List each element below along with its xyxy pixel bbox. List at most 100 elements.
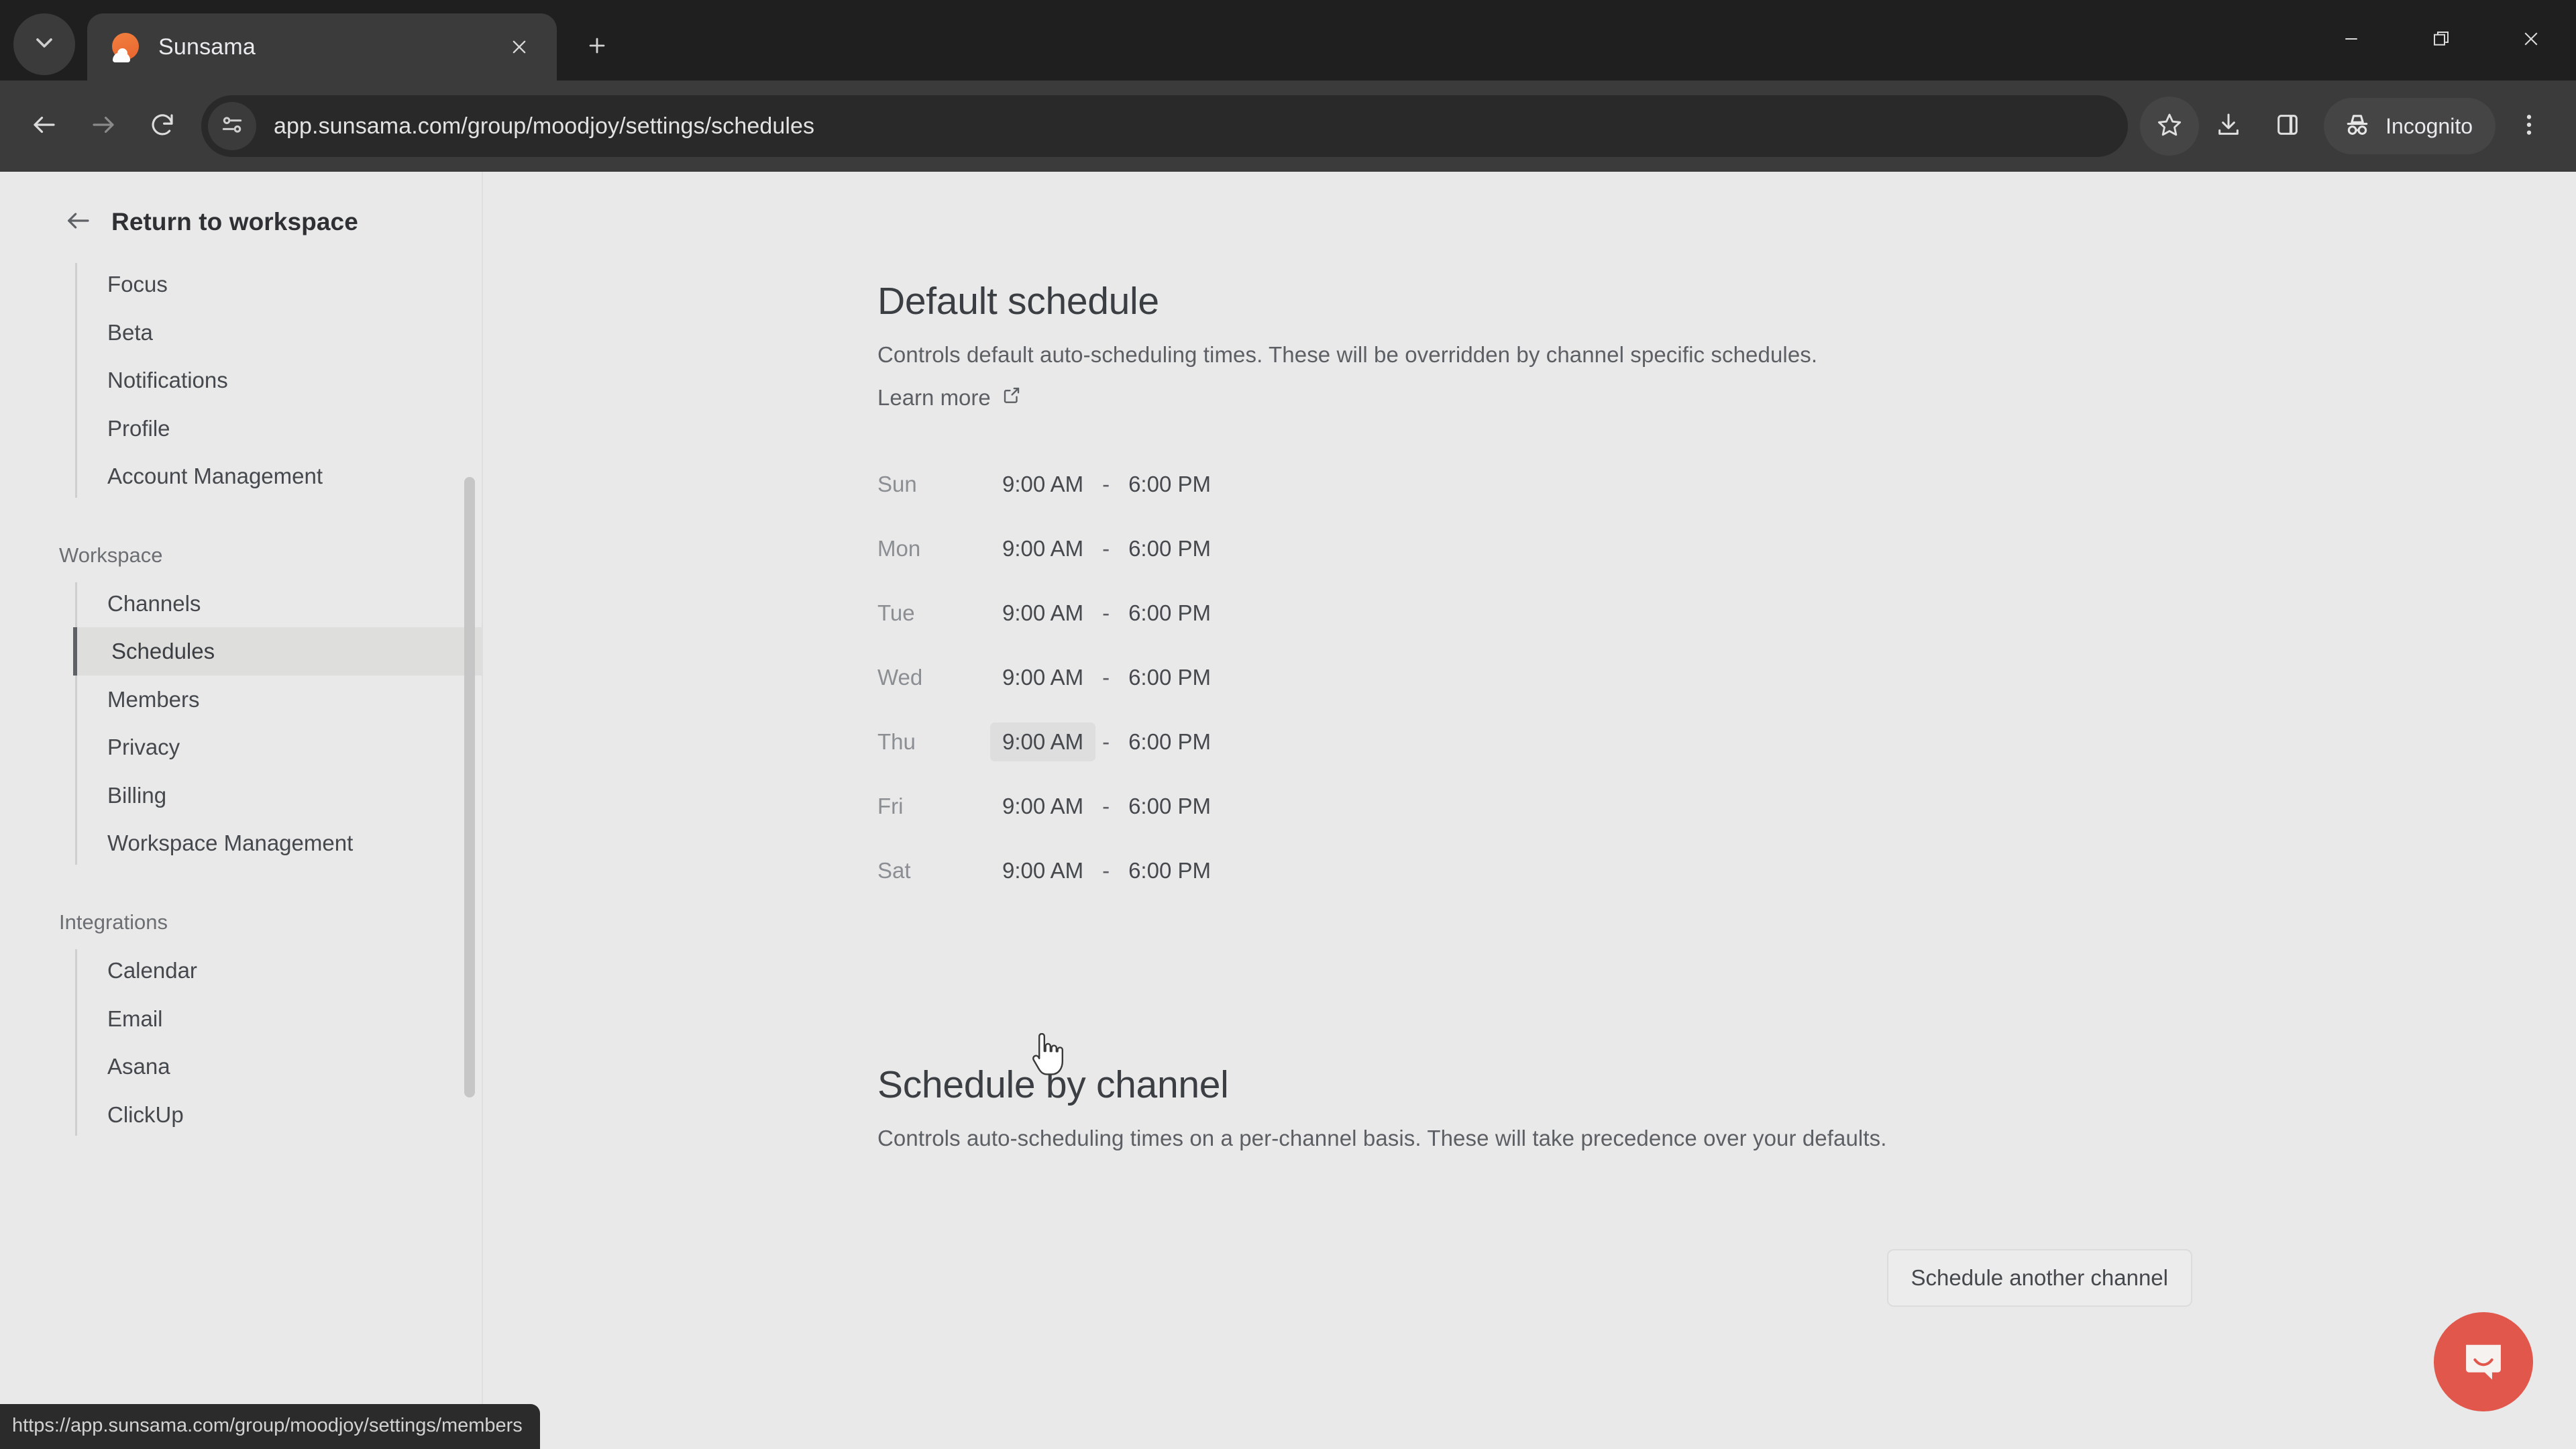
incognito-label: Incognito	[2385, 113, 2473, 138]
download-icon	[2215, 111, 2242, 142]
star-icon	[2156, 111, 2183, 142]
sidebar-item-label: Email	[107, 1006, 163, 1031]
sidebar-item-label: Beta	[107, 319, 153, 345]
schedule-time-separator: -	[1102, 536, 1110, 561]
sidebar-item-clickup[interactable]: ClickUp	[75, 1091, 482, 1139]
settings-main: Default schedule Controls default auto-s…	[483, 172, 2576, 1449]
sidebar-item-calendar[interactable]: Calendar	[75, 947, 482, 995]
schedule-row: Tue 9:00 AM -6:00 PM	[877, 581, 2576, 645]
side-panel-button[interactable]	[2258, 97, 2317, 156]
tab-strip: Sunsama	[0, 0, 2576, 80]
side-panel-icon	[2274, 111, 2301, 142]
reload-button[interactable]	[133, 97, 192, 156]
sidebar-item-billing[interactable]: Billing	[75, 771, 482, 820]
incognito-hat-icon	[2343, 110, 2385, 143]
schedule-start-time[interactable]: 9:00 AM	[990, 658, 1095, 697]
schedule-row: Wed 9:00 AM -6:00 PM	[877, 645, 2576, 710]
sidebar-item-channels[interactable]: Channels	[75, 580, 482, 628]
schedule-row: Mon 9:00 AM -6:00 PM	[877, 517, 2576, 581]
return-to-workspace-link[interactable]: Return to workspace	[0, 196, 482, 248]
sidebar-item-label: Channels	[107, 590, 201, 616]
schedule-start-time[interactable]: 9:00 AM	[990, 594, 1095, 633]
forward-button[interactable]	[74, 97, 133, 156]
external-link-icon	[1002, 385, 1022, 411]
sidebar-item-notifications[interactable]: Notifications	[75, 356, 482, 405]
sidebar-item-focus[interactable]: Focus	[75, 260, 482, 309]
schedule-day-label: Tue	[877, 600, 915, 625]
arrow-left-icon	[64, 207, 111, 237]
default-schedule-section: Default schedule Controls default auto-s…	[877, 279, 2576, 903]
sidebar-scrollbar-thumb[interactable]	[464, 477, 475, 1097]
schedule-by-channel-title: Schedule by channel	[877, 1063, 1229, 1106]
downloads-button[interactable]	[2199, 97, 2258, 156]
learn-more-link[interactable]: Learn more	[877, 385, 1022, 411]
schedule-start-time[interactable]: 9:00 AM	[990, 722, 1096, 761]
sidebar-item-asana[interactable]: Asana	[75, 1042, 482, 1091]
schedule-day-label: Fri	[877, 794, 904, 818]
sidebar-item-account-management[interactable]: Account Management	[75, 452, 482, 500]
tune-sliders-icon	[219, 112, 245, 141]
intercom-launcher-button[interactable]	[2434, 1312, 2533, 1411]
schedule-end-time[interactable]: 6:00 PM	[1116, 722, 1223, 761]
schedule-end-time[interactable]: 6:00 PM	[1116, 851, 1223, 890]
sidebar-item-profile[interactable]: Profile	[75, 405, 482, 453]
schedule-start-time[interactable]: 9:00 AM	[990, 851, 1095, 890]
schedule-by-channel-section: Schedule by channel Controls auto-schedu…	[877, 1063, 2576, 1307]
sidebar-item-email[interactable]: Email	[75, 995, 482, 1043]
schedule-start-time[interactable]: 9:00 AM	[990, 529, 1095, 568]
sidebar-group: Focus Beta Notifications Profile Account Man…	[0, 260, 482, 500]
sidebar-group-items: Focus Beta Notifications Profile Account Man…	[0, 260, 482, 500]
schedule-end-time[interactable]: 6:00 PM	[1116, 529, 1223, 568]
settings-sidebar: Return to workspace Focus Beta Notificatio…	[0, 172, 483, 1449]
sidebar-nav: Focus Beta Notifications Profile Account Man…	[0, 260, 482, 1138]
schedule-end-time[interactable]: 6:00 PM	[1116, 594, 1223, 633]
bookmark-button[interactable]	[2140, 97, 2200, 156]
schedule-row: Thu 9:00 AM -6:00 PM	[877, 710, 2576, 774]
browser-toolbar: app.sunsama.com/group/moodjoy/settings/s…	[0, 80, 2576, 172]
sidebar-group: Integrations Calendar Email Asana ClickUp	[0, 910, 482, 1138]
browser-window: Sunsama app.sunsama.com/group/moodjoy/se…	[0, 0, 2576, 1449]
sidebar-item-privacy[interactable]: Privacy	[75, 723, 482, 771]
schedule-by-channel-description: Controls auto-scheduling times on a per-…	[877, 1126, 1887, 1150]
schedule-another-channel-button[interactable]: Schedule another channel	[1886, 1249, 2192, 1307]
back-button[interactable]	[15, 97, 74, 156]
plus-icon	[586, 34, 608, 60]
sidebar-scrollbar[interactable]	[464, 172, 475, 1449]
schedule-end-time[interactable]: 6:00 PM	[1116, 465, 1223, 504]
sidebar-item-label: Billing	[107, 782, 167, 808]
tab-search-button[interactable]	[13, 13, 75, 75]
sidebar-item-schedules[interactable]: Schedules	[73, 627, 482, 676]
address-bar[interactable]: app.sunsama.com/group/moodjoy/settings/s…	[201, 95, 2129, 157]
default-schedule-description: Controls default auto-scheduling times. …	[877, 342, 1818, 367]
sidebar-item-label: Profile	[107, 415, 170, 441]
schedule-day-label: Thu	[877, 729, 916, 754]
default-schedule-table: Sun 9:00 AM -6:00 PM Mon 9:00 AM -6:00 PM Tue 9…	[877, 452, 2576, 903]
sidebar-item-members[interactable]: Members	[75, 676, 482, 724]
site-info-button[interactable]	[208, 102, 256, 150]
schedule-day-label: Sat	[877, 858, 911, 883]
new-tab-button[interactable]	[572, 21, 623, 72]
tab-close-button[interactable]	[500, 28, 538, 66]
sidebar-item-workspace-management[interactable]: Workspace Management	[75, 819, 482, 867]
incognito-indicator[interactable]: Incognito	[2324, 98, 2496, 154]
chrome-menu-button[interactable]	[2500, 97, 2559, 156]
sidebar-item-label: Schedules	[111, 639, 215, 664]
sidebar-item-beta[interactable]: Beta	[75, 309, 482, 357]
window-minimize-button[interactable]	[2306, 0, 2396, 80]
arrow-right-icon	[89, 111, 117, 142]
window-maximize-button[interactable]	[2396, 0, 2486, 80]
schedule-start-time[interactable]: 9:00 AM	[990, 465, 1095, 504]
sidebar-group-label: Workspace	[59, 543, 163, 567]
schedule-end-time[interactable]: 6:00 PM	[1116, 787, 1223, 826]
browser-tab[interactable]: Sunsama	[87, 13, 557, 80]
window-close-button[interactable]	[2486, 0, 2576, 80]
restore-icon	[2431, 29, 2451, 52]
schedule-time-separator: -	[1102, 472, 1110, 496]
schedule-row: Sun 9:00 AM -6:00 PM	[877, 452, 2576, 517]
schedule-day-label: Wed	[877, 665, 923, 690]
schedule-start-time[interactable]: 9:00 AM	[990, 787, 1095, 826]
schedule-end-time[interactable]: 6:00 PM	[1116, 658, 1223, 697]
sunsama-favicon-icon	[110, 32, 141, 62]
sidebar-item-label: ClickUp	[107, 1102, 184, 1127]
url-text: app.sunsama.com/group/moodjoy/settings/s…	[274, 113, 815, 139]
